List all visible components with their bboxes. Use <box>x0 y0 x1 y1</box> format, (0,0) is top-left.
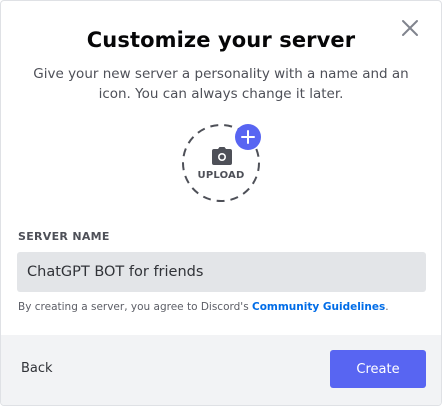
create-button[interactable]: Create <box>330 350 426 388</box>
modal-subtitle: Give your new server a personality with … <box>33 66 409 102</box>
community-guidelines-link[interactable]: Community Guidelines <box>252 301 385 313</box>
camera-icon <box>212 147 232 165</box>
terms-prefix: By creating a server, you agree to Disco… <box>18 301 252 313</box>
create-server-modal: Customize your server Give your new serv… <box>0 0 442 406</box>
terms-suffix: . <box>385 301 389 313</box>
plus-icon <box>235 124 261 150</box>
modal-title: Customize your server <box>86 28 356 52</box>
modal-footer: Back Create <box>1 335 441 405</box>
back-button[interactable]: Back <box>21 361 53 376</box>
upload-icon-button[interactable]: UPLOAD <box>181 123 261 203</box>
server-name-input[interactable] <box>17 252 426 292</box>
upload-label: UPLOAD <box>197 170 245 181</box>
server-name-label: SERVER NAME <box>18 230 110 243</box>
terms-text: By creating a server, you agree to Disco… <box>18 301 389 313</box>
